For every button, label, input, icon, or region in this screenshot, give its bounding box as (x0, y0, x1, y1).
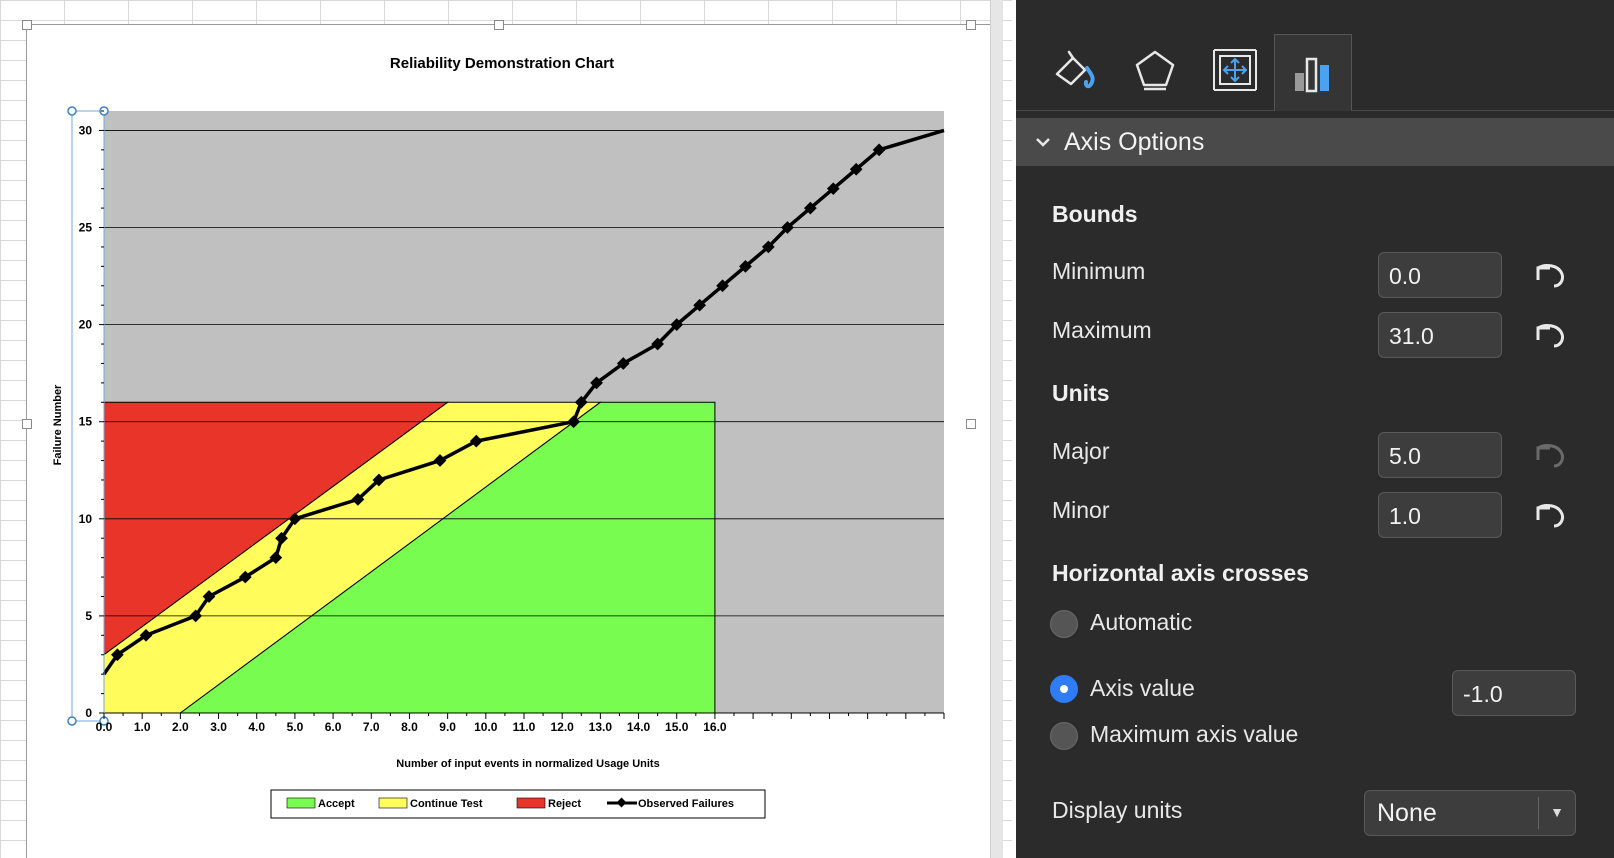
chart-resize-handle-tr[interactable] (966, 20, 976, 30)
x-tick-label: 11.0 (513, 720, 536, 734)
legend-label-accept: Accept (318, 798, 355, 810)
crosses-maximum-radio[interactable] (1050, 722, 1078, 750)
x-tick-label: 8.0 (401, 720, 418, 734)
chart-resize-handle-ml[interactable] (22, 419, 32, 429)
tab-axis-options[interactable] (1274, 34, 1352, 111)
x-tick-label: 0.0 (96, 720, 113, 734)
x-tick-label: 14.0 (627, 720, 651, 734)
display-units-value: None (1377, 799, 1437, 827)
chart-area[interactable]: 0 5 10 15 20 25 30 0.0 1.0 2.0 3.0 4.0 5.0 6.0 7.0 8.0 9… (22, 20, 1002, 858)
size-properties-icon (1213, 49, 1257, 91)
fill-line-icon (1055, 50, 1095, 89)
y-tick-label: 5 (85, 609, 92, 623)
tab-fill-line[interactable] (1036, 34, 1114, 106)
y-tick-label: 25 (79, 221, 93, 235)
legend-label-reject: Reject (548, 798, 581, 810)
minor-input[interactable]: 1.0 (1378, 492, 1502, 538)
crosses-maximum-label: Maximum axis value (1090, 721, 1299, 747)
x-tick-label: 2.0 (172, 720, 189, 734)
major-reset-icon (1536, 444, 1564, 468)
y-axis-label: Failure Number (52, 384, 64, 465)
legend-swatch-accept (286, 797, 316, 809)
legend-label-continue: Continue Test (410, 798, 483, 810)
crosses-axis-value-label: Axis value (1090, 675, 1195, 701)
legend-swatch-continue (378, 797, 408, 809)
maximum-input[interactable]: 31.0 (1378, 312, 1502, 358)
y-tick-label: 10 (79, 512, 93, 526)
minimum-label: Minimum (1052, 258, 1146, 284)
y-axis-selection-handle[interactable] (67, 106, 77, 116)
y-tick-label: 30 (79, 123, 93, 137)
bounds-heading: Bounds (1052, 201, 1138, 227)
display-units-divider (1538, 797, 1539, 829)
pane-tab-bar (1016, 0, 1614, 111)
minimum-input[interactable]: 0.0 (1378, 252, 1502, 298)
x-tick-label: 5.0 (287, 720, 304, 734)
horizontal-axis-crosses-heading: Horizontal axis crosses (1052, 560, 1309, 586)
chart-resize-handle-tl[interactable] (22, 20, 32, 30)
x-tick-label: 16.0 (703, 720, 727, 734)
chevron-down-icon (1036, 138, 1050, 147)
crosses-axis-value-radio[interactable] (1050, 675, 1078, 703)
x-tick-label: 12.0 (551, 720, 575, 734)
axis-options-section-header[interactable]: Axis Options (1016, 118, 1614, 166)
effects-icon (1135, 50, 1175, 91)
y-tick-label: 0 (85, 706, 92, 720)
chart-resize-handle-mr[interactable] (966, 419, 976, 429)
x-tick-label: 7.0 (363, 720, 380, 734)
chart-resize-handle-tm[interactable] (494, 20, 504, 30)
display-units-select[interactable]: None ▼ (1364, 790, 1576, 836)
crosses-automatic-radio[interactable] (1050, 610, 1078, 638)
section-title: Axis Options (1064, 127, 1205, 156)
sheet-scrollbar[interactable] (990, 0, 1003, 858)
minor-reset-icon[interactable] (1532, 500, 1568, 530)
axis-options-icon (1295, 57, 1329, 93)
maximum-reset-icon[interactable] (1532, 320, 1568, 350)
chevron-down-icon: ▼ (1550, 804, 1564, 820)
spreadsheet-grid[interactable]: 0 5 10 15 20 25 30 0.0 1.0 2.0 3.0 4.0 5.0 6.0 7.0 8.0 9… (0, 0, 1012, 858)
minor-label: Minor (1052, 497, 1110, 523)
y-tick-label: 20 (79, 318, 93, 332)
x-tick-label: 15.0 (665, 720, 689, 734)
crosses-axis-value-input[interactable]: -1.0 (1452, 670, 1576, 716)
crosses-automatic-label: Automatic (1090, 609, 1193, 635)
x-tick-label: 3.0 (210, 720, 227, 734)
chart-title: Reliability Demonstration Chart (390, 55, 614, 72)
maximum-label: Maximum (1052, 317, 1152, 343)
x-tick-label: 4.0 (248, 720, 265, 734)
major-label: Major (1052, 438, 1110, 464)
legend-label-observed: Observed Failures (638, 798, 734, 810)
units-heading: Units (1052, 380, 1110, 406)
minimum-reset-icon[interactable] (1532, 260, 1568, 290)
y-tick-label: 15 (79, 415, 93, 429)
x-tick-label: 10.0 (474, 720, 498, 734)
x-tick-label: 9.0 (439, 720, 456, 734)
x-tick-label: 6.0 (325, 720, 342, 734)
x-axis-label: Number of input events in normalized Usa… (396, 758, 659, 770)
display-units-label: Display units (1052, 797, 1183, 823)
legend: Accept Continue Test Reject Observed Fai… (270, 789, 766, 819)
x-tick-label: 13.0 (589, 720, 613, 734)
y-axis-selection-handle[interactable] (67, 716, 77, 726)
legend-swatch-reject (516, 797, 546, 809)
x-tick-label: 1.0 (134, 720, 151, 734)
reliability-chart[interactable]: 0 5 10 15 20 25 30 0.0 1.0 2.0 3.0 4.0 5.0 6.0 7.0 8.0 9… (27, 25, 1001, 858)
major-input[interactable]: 5.0 (1378, 432, 1502, 478)
tab-size-properties[interactable] (1196, 34, 1274, 106)
tab-effects[interactable] (1116, 34, 1194, 106)
